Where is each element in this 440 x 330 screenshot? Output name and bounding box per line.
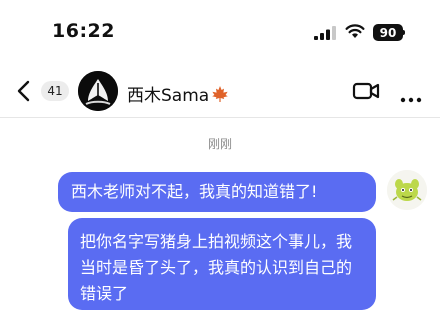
- my-avatar[interactable]: [387, 170, 427, 210]
- unread-count-badge[interactable]: 41: [41, 81, 69, 101]
- message-bubble[interactable]: 把你名字写猪身上拍视频这个事儿，我当时是昏了头了，我真的认识到自己的错误了: [68, 218, 376, 310]
- chat-header: 41 西木Sama: [0, 66, 440, 118]
- status-bar: 16:22 90: [0, 0, 440, 66]
- contact-name[interactable]: 西木Sama: [127, 81, 229, 108]
- battery-tip: [403, 30, 405, 35]
- back-arrow-icon[interactable]: [16, 80, 32, 106]
- battery-indicator: 90: [373, 24, 403, 41]
- cellular-signal-icon: [314, 25, 336, 44]
- video-call-icon[interactable]: [352, 80, 380, 106]
- maple-leaf-icon: [211, 85, 229, 108]
- message-timestamp: 刚刚: [207, 137, 232, 151]
- contact-avatar[interactable]: [78, 71, 118, 111]
- contact-name-text: 西木Sama: [127, 86, 210, 106]
- more-options-icon[interactable]: [400, 88, 422, 107]
- message-bubble[interactable]: 西木老师对不起，我真的知道错了!: [58, 172, 376, 212]
- status-time: 16:22: [52, 20, 115, 42]
- wifi-icon: [345, 23, 365, 43]
